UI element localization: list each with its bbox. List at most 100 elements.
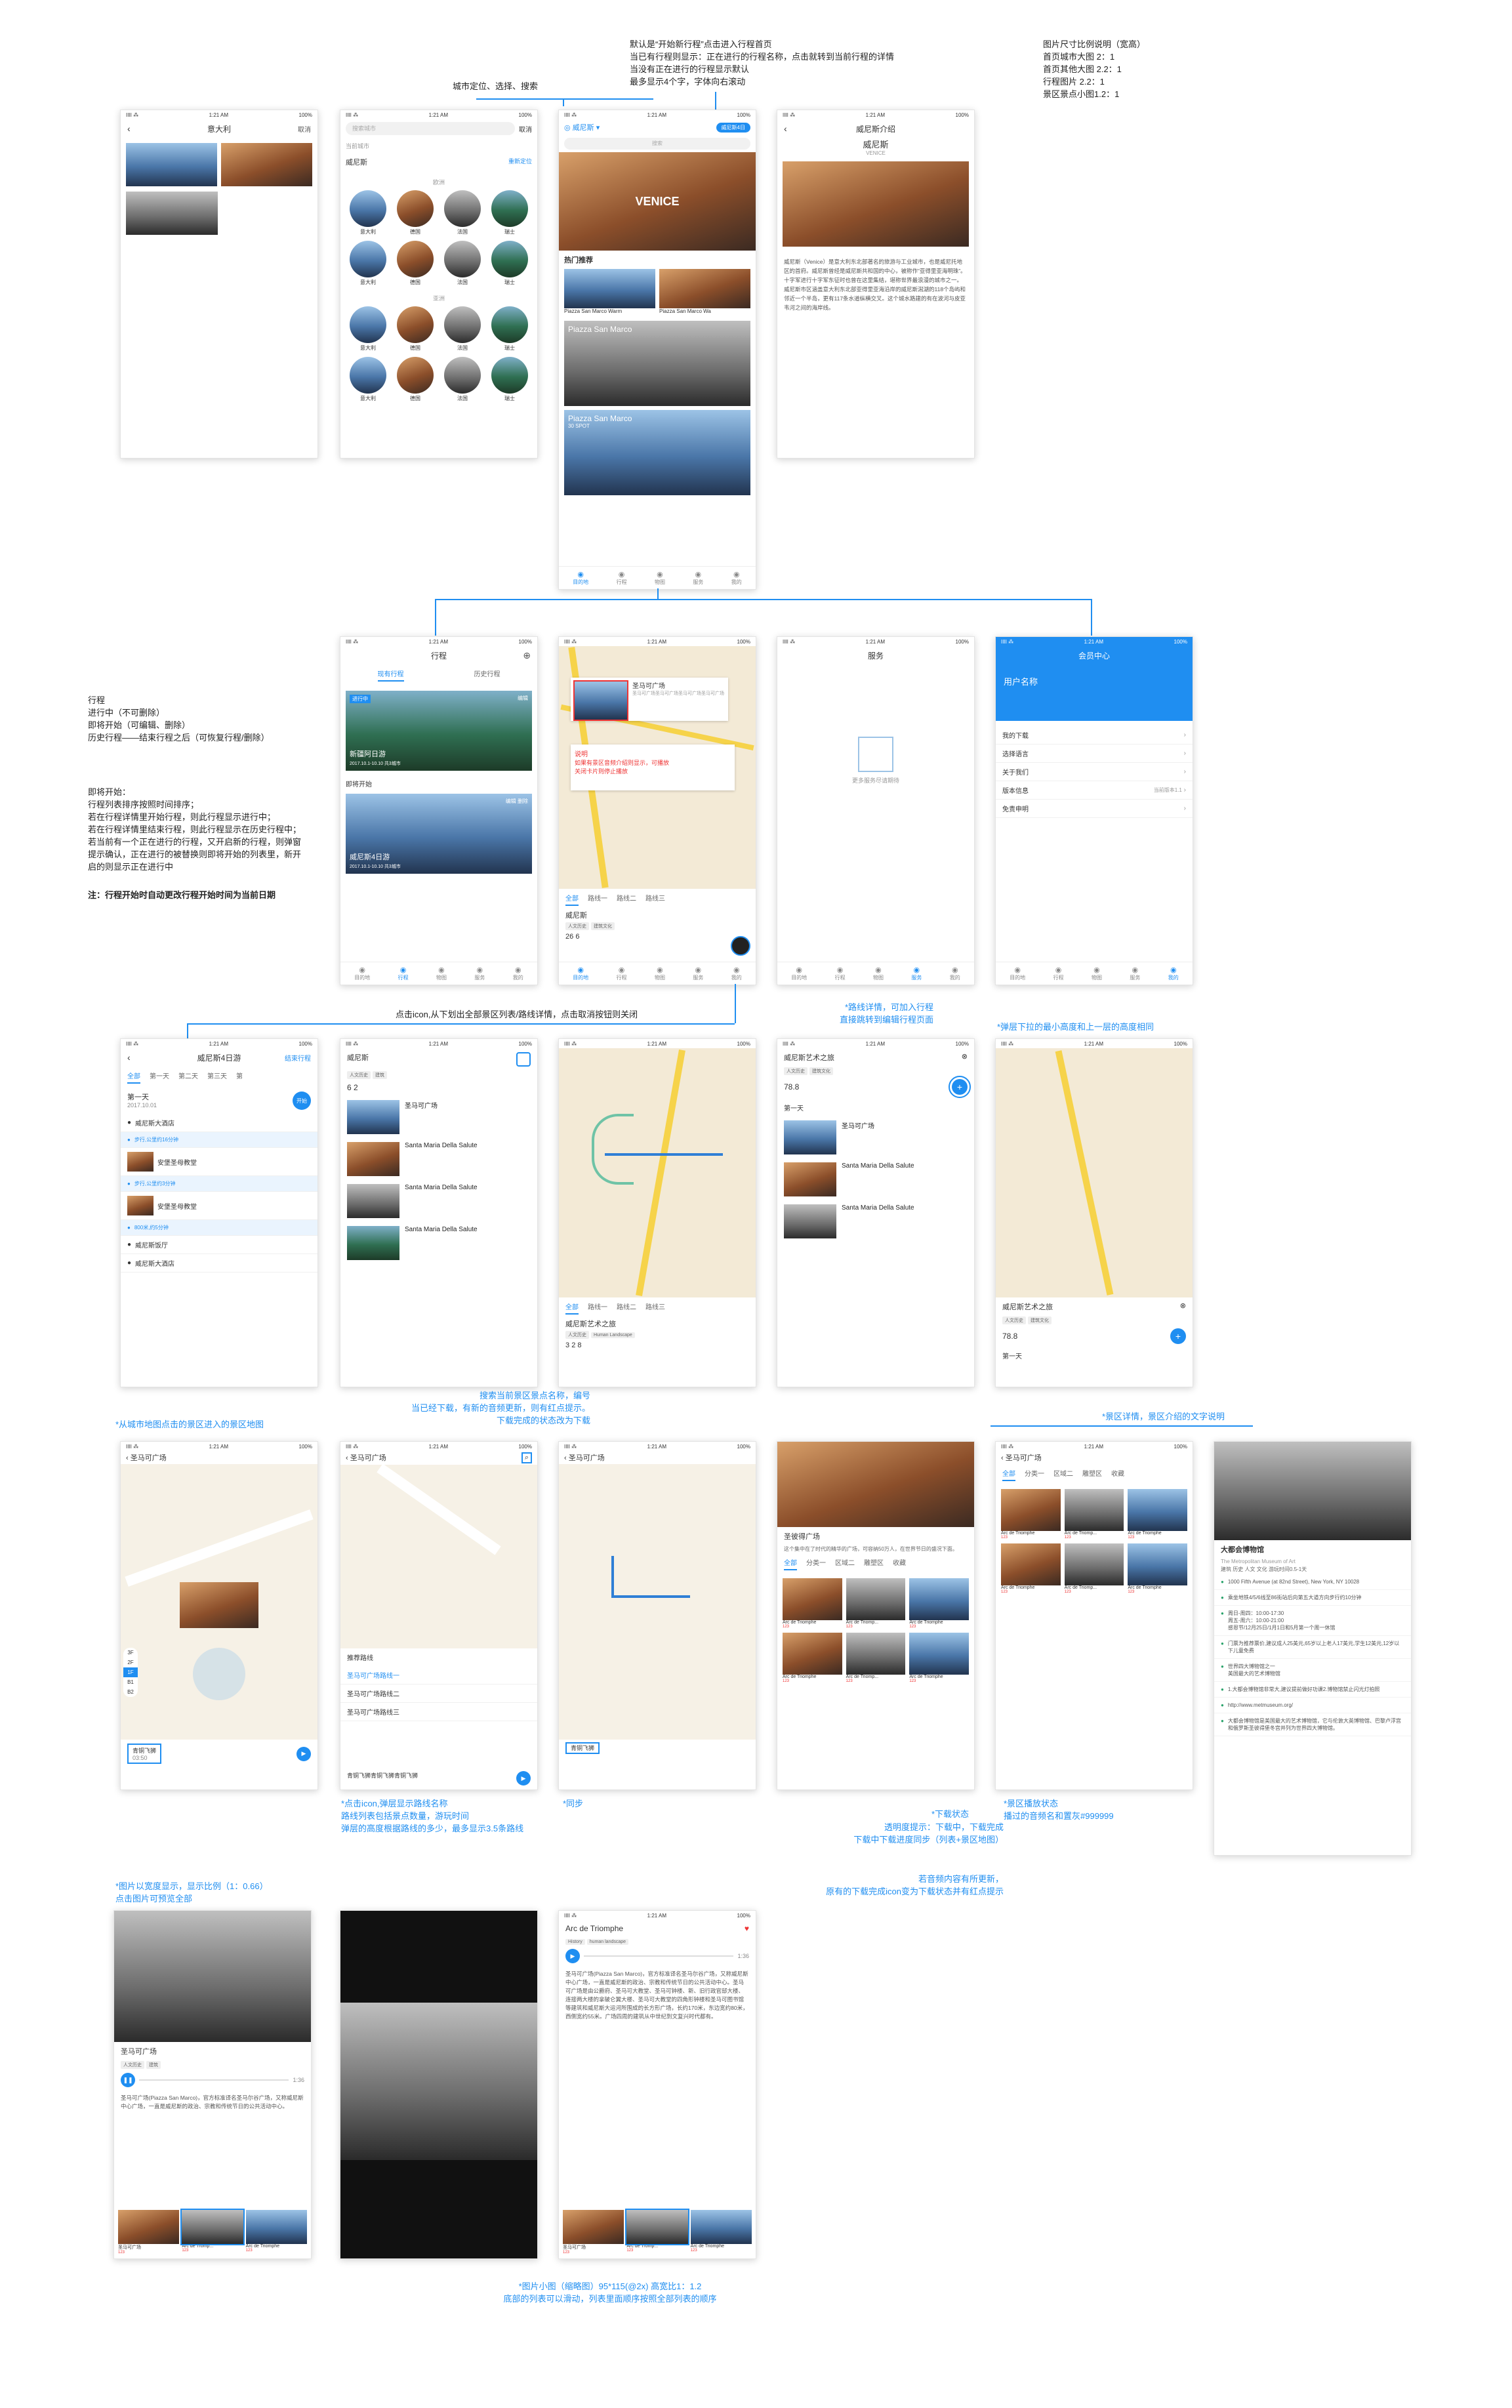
tab-item[interactable]: 收藏	[893, 1557, 906, 1570]
close-icon[interactable]: ⊗	[962, 1052, 968, 1063]
add-to-trip-button[interactable]: +	[949, 1076, 971, 1098]
tabbar-item[interactable]: ◉ 物图	[655, 966, 665, 981]
city-image[interactable]	[221, 143, 312, 186]
spot-image[interactable]	[564, 269, 655, 308]
place-row[interactable]: 安堡圣母教堂	[121, 1148, 317, 1176]
relocate-button[interactable]: 重新定位	[508, 157, 532, 167]
tab-item[interactable]: 第二天	[178, 1071, 198, 1084]
tabbar-item[interactable]: ◉ 目的地	[573, 570, 588, 586]
thumb-item[interactable]: Arc de Triomphe 123	[690, 2210, 752, 2255]
tab-item[interactable]: 第三天	[207, 1071, 227, 1084]
floor-item[interactable]: B1	[123, 1677, 138, 1687]
now-playing[interactable]: 青铜飞狮 03:50	[127, 1744, 162, 1764]
list-item[interactable]: 圣马可广场	[777, 1116, 974, 1158]
tab-item[interactable]: 路线一	[588, 1301, 607, 1315]
tabbar-item[interactable]: ◉ 物图	[873, 966, 884, 981]
city-item[interactable]: 意大利	[344, 190, 392, 235]
info-row[interactable]: ● http://www.metmuseum.org/	[1214, 1698, 1411, 1713]
menu-item[interactable]: 我的下载 ›	[996, 726, 1193, 745]
tab-item[interactable]: 全部	[1002, 1468, 1015, 1481]
museum-image[interactable]	[1214, 1442, 1411, 1540]
spot-tile[interactable]: Arc de Triomphe 123	[909, 1633, 969, 1683]
spot-tile[interactable]: Arc de Triomphe 123	[1128, 1543, 1187, 1594]
tab-history[interactable]: 历史行程	[474, 668, 501, 682]
tab-item[interactable]: 第	[236, 1071, 243, 1084]
city-item[interactable]: 瑞士	[486, 357, 533, 402]
tab-item[interactable]: 雕塑区	[1082, 1468, 1102, 1481]
tab-item[interactable]: 雕塑区	[864, 1557, 884, 1570]
tab-item[interactable]: 全部	[565, 893, 579, 906]
tabbar-item[interactable]: ◉ 物图	[1092, 966, 1102, 981]
city-item[interactable]: 德国	[392, 306, 439, 352]
tabbar-item[interactable]: ◉ 物图	[655, 570, 665, 586]
list-item[interactable]: 圣马可广场	[340, 1096, 537, 1138]
city-item[interactable]: 瑞士	[486, 190, 533, 235]
list-item[interactable]: Santa Maria Della Salute	[340, 1180, 537, 1222]
floor-item[interactable]: 3F	[123, 1648, 138, 1658]
tabbar-item[interactable]: ◉ 行程	[617, 966, 627, 981]
close-icon[interactable]	[516, 1052, 531, 1067]
current-city[interactable]: 威尼斯	[346, 157, 367, 167]
spot-tile[interactable]: Arc de Triomphe 123	[783, 1578, 842, 1629]
list-item[interactable]: Santa Maria Della Salute	[777, 1200, 974, 1242]
tabbar-item[interactable]: ◉ 目的地	[791, 966, 807, 981]
menu-item[interactable]: 版本信息 当前版本1.1 ›	[996, 781, 1193, 800]
start-button[interactable]: 开始	[293, 1092, 311, 1110]
tab-item[interactable]: 第一天	[150, 1071, 169, 1084]
back-icon[interactable]: ‹	[784, 123, 787, 134]
trip-card[interactable]: 编辑 删除 威尼斯4日游 2017.10.1-10.10 共3城市	[346, 794, 532, 874]
spot-card[interactable]: 圣马可广场 圣马可广场圣马可广场圣马可广场圣马可广场	[571, 678, 728, 721]
city-item[interactable]: 法国	[439, 306, 486, 352]
city-image[interactable]	[126, 192, 218, 235]
spot-tile[interactable]: Arc de Triomphe 123	[1001, 1543, 1061, 1594]
thumb-item[interactable]: Arc de Tromp... 123	[180, 2209, 245, 2255]
city-image[interactable]	[126, 143, 217, 186]
tab-item[interactable]: 全部	[565, 1301, 579, 1315]
tabbar-item[interactable]: ◉ 我的	[513, 966, 523, 981]
preview-image[interactable]	[340, 2003, 537, 2160]
tabbar-item[interactable]: ◉ 服务	[693, 570, 703, 586]
tab-item[interactable]: 全部	[784, 1557, 797, 1570]
spot-tile[interactable]: Arc de Triomphe 123	[909, 1578, 969, 1629]
list-item[interactable]: Santa Maria Della Salute	[777, 1158, 974, 1200]
tab-item[interactable]: 收藏	[1111, 1468, 1124, 1481]
back-icon[interactable]: ‹	[127, 123, 131, 134]
city-item[interactable]: 瑞士	[486, 241, 533, 286]
tabbar-item[interactable]: ◉ 我的	[731, 570, 742, 586]
tabbar-item[interactable]: ◉ 我的	[950, 966, 960, 981]
city-item[interactable]: 德国	[392, 357, 439, 402]
tabbar-item[interactable]: ◉ 目的地	[1010, 966, 1025, 981]
spot-image[interactable]	[659, 269, 750, 308]
tabbar-item[interactable]: ◉ 目的地	[354, 966, 370, 981]
tab-item[interactable]: 区域二	[835, 1557, 855, 1570]
city-item[interactable]: 德国	[392, 190, 439, 235]
tabbar-item[interactable]: ◉ 行程	[617, 570, 627, 586]
city-item[interactable]: 法国	[439, 357, 486, 402]
search-input[interactable]: 搜索城市	[346, 122, 515, 135]
spot-tile[interactable]: Arc de Triomphe 123	[783, 1633, 842, 1683]
floor-item[interactable]: B2	[123, 1687, 138, 1697]
city-item[interactable]: 瑞士	[486, 306, 533, 352]
menu-item[interactable]: 关于我们 ›	[996, 763, 1193, 781]
tabbar-item[interactable]: ◉ 服务	[693, 966, 703, 981]
menu-item[interactable]: 免责申明 ›	[996, 800, 1193, 818]
city-item[interactable]: 意大利	[344, 357, 392, 402]
add-to-trip-button[interactable]: +	[1170, 1328, 1186, 1344]
thumb-item[interactable]: 圣马可广场 123	[118, 2210, 180, 2255]
route-item[interactable]: 圣马可广场路线一	[340, 1666, 537, 1684]
tab-item[interactable]: 路线二	[617, 893, 636, 906]
spot-tile[interactable]: Arc de Triomp... 123	[846, 1633, 906, 1683]
place-row[interactable]: 安堡圣母教堂	[121, 1192, 317, 1220]
tabbar-item[interactable]: ◉ 服务	[1130, 966, 1140, 981]
spot-tile[interactable]: Arc de Triomp... 123	[1064, 1489, 1124, 1540]
city-banner[interactable]: VENICE	[559, 152, 756, 251]
tab-item[interactable]: 区域二	[1053, 1468, 1073, 1481]
tab-item[interactable]: 分类一	[806, 1557, 826, 1570]
tab-item[interactable]: 分类一	[1025, 1468, 1044, 1481]
search-input[interactable]: 搜索	[564, 138, 750, 150]
city-item[interactable]: 意大利	[344, 241, 392, 286]
place-row[interactable]: ● 威尼斯大酒店	[121, 1254, 317, 1273]
city-image[interactable]	[783, 161, 969, 247]
tabbar-item[interactable]: ◉ 我的	[731, 966, 742, 981]
spot-popup[interactable]	[180, 1582, 258, 1628]
